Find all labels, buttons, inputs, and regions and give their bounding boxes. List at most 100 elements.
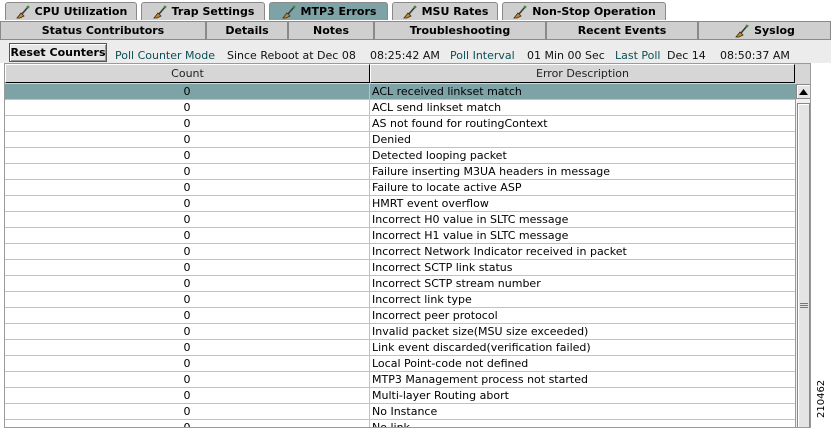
tab-label: Details [225, 24, 269, 37]
error-description-cell: No link [372, 421, 410, 428]
table-row[interactable]: 0 Local Point-code not defined [5, 356, 795, 372]
table-row[interactable]: 0 ACL received linkset match [5, 84, 795, 100]
count-cell: 0 [5, 356, 370, 372]
tab-strip-secondary: Status Contributors Details Notes Troubl… [0, 21, 831, 39]
reset-counters-button[interactable]: Reset Counters [9, 43, 107, 62]
count-cell: 0 [5, 404, 370, 420]
error-description-cell: Link event discarded(verification failed… [372, 341, 591, 354]
table-body: 0 ACL received linkset match 0 ACL send lin… [5, 84, 795, 428]
table-row[interactable]: 0 Incorrect SCTP link status [5, 260, 795, 276]
error-description-cell: Incorrect SCTP link status [372, 261, 513, 274]
count-cell: 0 [5, 420, 370, 427]
tab-label: Trap Settings [171, 5, 255, 18]
error-description-cell: Incorrect link type [372, 293, 472, 306]
table-row[interactable]: 0 Invalid packet size(MSU size exceeded) [5, 324, 795, 340]
count-cell: 0 [5, 244, 370, 260]
count-cell: 0 [5, 132, 370, 148]
tab-label: MTP3 Errors [300, 5, 377, 18]
tab-notes[interactable]: Notes [288, 21, 374, 39]
error-description-cell: Incorrect peer protocol [372, 309, 498, 322]
error-description-cell: Detected looping packet [372, 149, 507, 162]
error-description-cell: HMRT event overflow [372, 197, 489, 210]
tab-mtp3-errors[interactable]: MTP3 Errors [269, 2, 388, 20]
count-cell: 0 [5, 276, 370, 292]
scroll-up-button[interactable] [796, 84, 810, 99]
table-row[interactable]: 0 Denied [5, 132, 795, 148]
table-row[interactable]: 0 No link [5, 420, 795, 428]
grip-line [800, 307, 808, 308]
broom-icon [15, 5, 31, 19]
last-poll-time: 08:50:37 AM [720, 49, 790, 62]
tab-label: Syslog [754, 24, 795, 37]
error-description-cell: Failure inserting M3UA headers in messag… [372, 165, 611, 178]
tab-label: Troubleshooting [409, 24, 511, 37]
tab-troubleshooting[interactable]: Troubleshooting [374, 21, 546, 39]
table-row[interactable]: 0 No Instance [5, 404, 795, 420]
tab-label: Status Contributors [41, 24, 165, 37]
table-row[interactable]: 0 Incorrect Network Indicator received in… [5, 244, 795, 260]
count-cell: 0 [5, 324, 370, 340]
broom-icon [402, 5, 418, 19]
figure-id: 210462 [816, 379, 827, 418]
error-description-cell: Incorrect H1 value in SLTC message [372, 229, 569, 242]
table-row[interactable]: 0 Incorrect H0 value in SLTC message [5, 212, 795, 228]
count-cell: 0 [5, 372, 370, 388]
table-header: Count Error Description [5, 64, 810, 84]
tab-status-contributors[interactable]: Status Contributors [0, 21, 206, 39]
table-row[interactable]: 0 HMRT event overflow [5, 196, 795, 212]
scrollbar-thumb[interactable] [797, 103, 810, 427]
grip-line [800, 303, 808, 304]
count-cell: 0 [5, 180, 370, 196]
table-row[interactable]: 0 Multi-layer Routing abort [5, 388, 795, 404]
vertical-scrollbar[interactable] [795, 84, 810, 427]
tab-label: MSU Rates [421, 5, 489, 18]
poll-interval-label: Poll Interval [450, 49, 515, 62]
tab-msu-rates[interactable]: MSU Rates [392, 2, 498, 20]
column-header-error-description[interactable]: Error Description [370, 64, 795, 83]
tab-label: CPU Utilization [34, 5, 128, 18]
tab-label: Notes [312, 24, 350, 37]
error-description-cell: Multi-layer Routing abort [372, 389, 509, 402]
table-row[interactable]: 0 Incorrect peer protocol [5, 308, 795, 324]
last-poll-label: Last Poll [615, 49, 661, 62]
tab-recent-events[interactable]: Recent Events [546, 21, 698, 39]
error-description-cell: Invalid packet size(MSU size exceeded) [372, 325, 589, 338]
count-cell: 0 [5, 116, 370, 132]
column-header-count[interactable]: Count [5, 64, 370, 83]
error-description-cell: ACL received linkset match [372, 85, 522, 98]
tab-trap-settings[interactable]: Trap Settings [141, 2, 265, 20]
table-row[interactable]: 0 MTP3 Management process not started [5, 372, 795, 388]
tab-non-stop-operation[interactable]: Non-Stop Operation [502, 2, 666, 20]
poll-counter-mode-label: Poll Counter Mode [115, 49, 216, 62]
tab-label: Recent Events [577, 24, 667, 37]
table-row[interactable]: 0 Failure to locate active ASP [5, 180, 795, 196]
count-cell: 0 [5, 228, 370, 244]
broom-icon [512, 5, 528, 19]
poll-toolbar: Reset Counters Poll Counter Mode Since R… [0, 39, 831, 63]
table-row[interactable]: 0 Incorrect H1 value in SLTC message [5, 228, 795, 244]
tab-syslog[interactable]: Syslog [698, 21, 831, 39]
count-cell: 0 [5, 84, 370, 100]
tab-cpu-utilization[interactable]: CPU Utilization [5, 2, 137, 20]
error-description-cell: Local Point-code not defined [372, 357, 529, 370]
broom-icon [281, 5, 297, 19]
table-row[interactable]: 0 AS not found for routingContext [5, 116, 795, 132]
error-description-cell: Incorrect SCTP stream number [372, 277, 541, 290]
table-row[interactable]: 0 Link event discarded(verification faile… [5, 340, 795, 356]
tab-strip-primary: CPU Utilization Trap Settings MTP3 Error… [0, 2, 831, 20]
table-row[interactable]: 0 Failure inserting M3UA headers in messa… [5, 164, 795, 180]
table-row[interactable]: 0 Detected looping packet [5, 148, 795, 164]
table-row[interactable]: 0 Incorrect link type [5, 292, 795, 308]
broom-icon [734, 24, 750, 38]
error-description-cell: Failure to locate active ASP [372, 181, 522, 194]
mtp3-errors-table: Count Error Description 0 ACL received li… [4, 63, 811, 428]
count-cell: 0 [5, 100, 370, 116]
count-cell: 0 [5, 388, 370, 404]
error-description-cell: No Instance [372, 405, 438, 418]
count-cell: 0 [5, 260, 370, 276]
count-cell: 0 [5, 340, 370, 356]
last-poll-date: Dec 14 [667, 49, 706, 62]
table-row[interactable]: 0 Incorrect SCTP stream number [5, 276, 795, 292]
tab-details[interactable]: Details [206, 21, 288, 39]
table-row[interactable]: 0 ACL send linkset match [5, 100, 795, 116]
